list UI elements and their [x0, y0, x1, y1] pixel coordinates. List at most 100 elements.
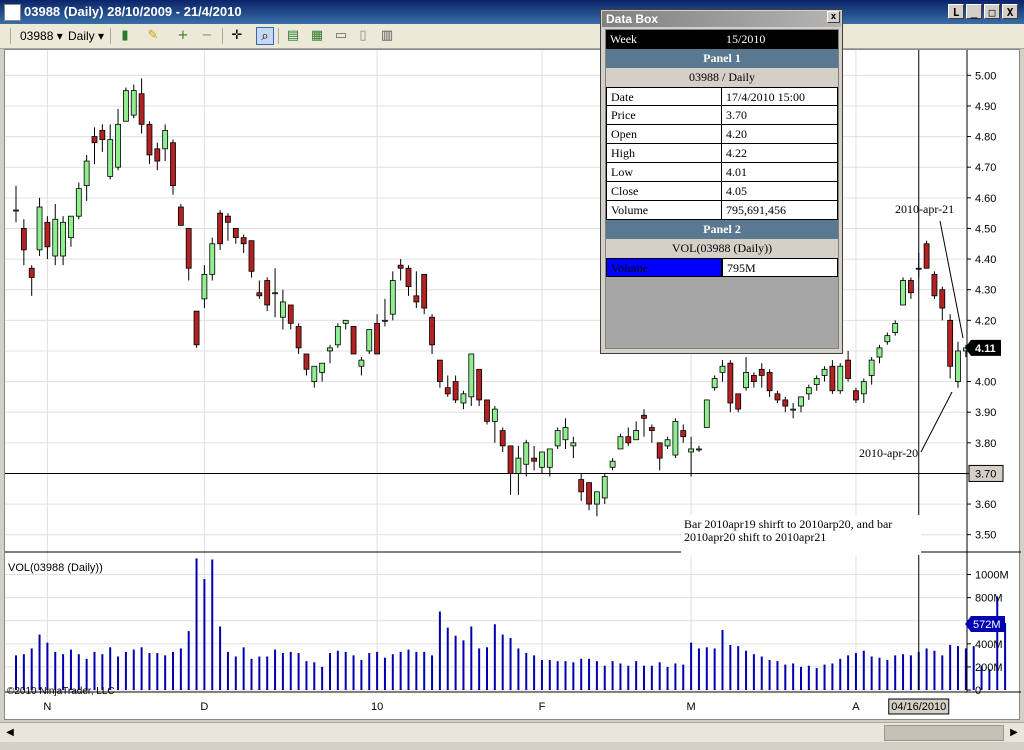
- databox-label: Price: [606, 106, 722, 125]
- close-icon[interactable]: x: [827, 11, 840, 23]
- candle-body: [476, 368, 483, 401]
- candle-body: [931, 273, 938, 297]
- candle-body: [397, 264, 404, 269]
- drawing-tool-icon[interactable]: ✎: [144, 27, 162, 45]
- candle-body: [515, 457, 522, 474]
- title-bar: 03988 (Daily) 28/10/2009 - 21/4/2010 L _…: [0, 0, 1024, 24]
- candle-body: [648, 427, 655, 431]
- crosshair-icon[interactable]: ✛: [228, 27, 246, 45]
- databox-row-open: Open 4.20: [606, 125, 838, 144]
- candle-body: [680, 430, 687, 438]
- candle-body: [554, 430, 561, 447]
- candle-body: [185, 228, 192, 269]
- candle-body: [334, 326, 341, 346]
- databox-row-high: High 4.22: [606, 144, 838, 163]
- price-tick-label: 4.90: [975, 101, 996, 113]
- scroll-thumb[interactable]: [884, 725, 1004, 741]
- toolbar-grip: [10, 28, 11, 44]
- minimize-button[interactable]: L: [948, 4, 964, 19]
- zoom-out-icon[interactable]: −: [198, 27, 216, 45]
- horizontal-scrollbar[interactable]: ◀ ▶: [0, 722, 1024, 743]
- candle-body: [688, 448, 694, 453]
- close-button[interactable]: X: [1002, 4, 1018, 19]
- candle-body: [751, 375, 757, 382]
- scroll-right-icon[interactable]: ▶: [1006, 725, 1022, 741]
- candle-body: [546, 448, 553, 468]
- candle-body: [460, 393, 467, 404]
- template-icon[interactable]: ▥: [378, 27, 396, 45]
- candle-body: [507, 445, 514, 474]
- databox-label: Close: [606, 182, 722, 201]
- candle-body: [531, 457, 537, 462]
- restore-button[interactable]: _: [966, 4, 982, 19]
- databox-value: 3.70: [722, 106, 838, 125]
- databox-value: 17/4/2010 15:00: [722, 87, 838, 106]
- price-tick-label: 4.00: [975, 377, 996, 389]
- candle-body: [209, 243, 216, 275]
- zoom-in-icon[interactable]: +: [174, 27, 192, 45]
- candle-body: [484, 399, 490, 422]
- candle-body: [586, 482, 592, 505]
- candle-body: [625, 436, 632, 444]
- candle-body: [248, 240, 255, 272]
- databox-row-date: Date 17/4/2010 15:00: [606, 87, 838, 106]
- price-tick-label: 3.60: [975, 499, 996, 511]
- candle-body: [115, 123, 121, 168]
- maximize-button[interactable]: □: [984, 4, 1000, 19]
- databox-row-price: Price 3.70: [606, 106, 838, 125]
- candle-body: [36, 206, 43, 251]
- volume-tick-label: 200M: [975, 662, 1003, 674]
- crosshair-price-label: 3.70: [975, 468, 996, 480]
- period-selector[interactable]: Daily ▾: [68, 27, 104, 45]
- price-tick-label: 3.90: [975, 407, 996, 419]
- price-tick-label: 5.00: [975, 70, 996, 82]
- candle-body: [279, 301, 286, 318]
- candle-body: [837, 365, 844, 392]
- candle-body: [162, 130, 169, 150]
- volume-tick-label: 800M: [975, 593, 1003, 605]
- instrument-selector[interactable]: 03988 ▾: [20, 27, 63, 45]
- bar-type-icon[interactable]: ▮: [116, 27, 134, 45]
- candle-body: [138, 93, 145, 125]
- volume-row: Volume 795M: [606, 258, 838, 277]
- panel1-series: 03988 / Daily: [606, 68, 838, 87]
- candle-body: [405, 267, 412, 288]
- databox-value: 4.22: [722, 144, 838, 163]
- time-tick-label: N: [43, 701, 51, 713]
- data-box-window[interactable]: Data Box x Week 15/2010 Panel 1 03988 / …: [600, 9, 843, 354]
- data-box-titlebar[interactable]: Data Box: [602, 11, 841, 27]
- candle-body: [44, 221, 51, 248]
- candle-body: [319, 362, 326, 373]
- candle-body: [570, 442, 577, 447]
- strategies-icon[interactable]: ▭: [332, 27, 350, 45]
- indicators-icon[interactable]: ▦: [308, 27, 326, 45]
- chart-properties-icon[interactable]: ▤: [284, 27, 302, 45]
- candle-body: [146, 123, 153, 156]
- candle-body: [633, 430, 640, 441]
- price-tick-label: 4.40: [975, 254, 996, 266]
- candle-body: [939, 289, 946, 309]
- price-tick-label: 4.80: [975, 132, 996, 144]
- scroll-left-icon[interactable]: ◀: [2, 725, 18, 741]
- candle-body: [68, 215, 74, 239]
- databox-value: 795,691,456: [722, 201, 838, 220]
- price-volume-chart[interactable]: 5.004.904.804.704.604.504.404.304.204.10…: [5, 50, 1021, 721]
- candle-body: [225, 215, 231, 223]
- candle-body: [123, 90, 129, 122]
- candle-body: [170, 142, 176, 186]
- candle-body: [429, 316, 435, 346]
- copy-icon[interactable]: ▯: [354, 27, 372, 45]
- candle-body: [256, 292, 263, 297]
- chart-area[interactable]: 5.004.904.804.704.604.504.404.304.204.10…: [4, 9, 1021, 721]
- databox-label: High: [606, 144, 722, 163]
- data-box-icon[interactable]: ⌕: [256, 27, 274, 45]
- price-tick-label: 3.50: [975, 530, 996, 542]
- candle-body: [342, 319, 349, 324]
- volume-tick-label: 400M: [975, 639, 1003, 651]
- candle-body: [232, 228, 239, 239]
- candle-body: [539, 451, 545, 468]
- candle-body: [853, 390, 859, 401]
- candle-body: [594, 491, 600, 505]
- candle-body: [287, 304, 294, 324]
- candle-body: [52, 218, 59, 257]
